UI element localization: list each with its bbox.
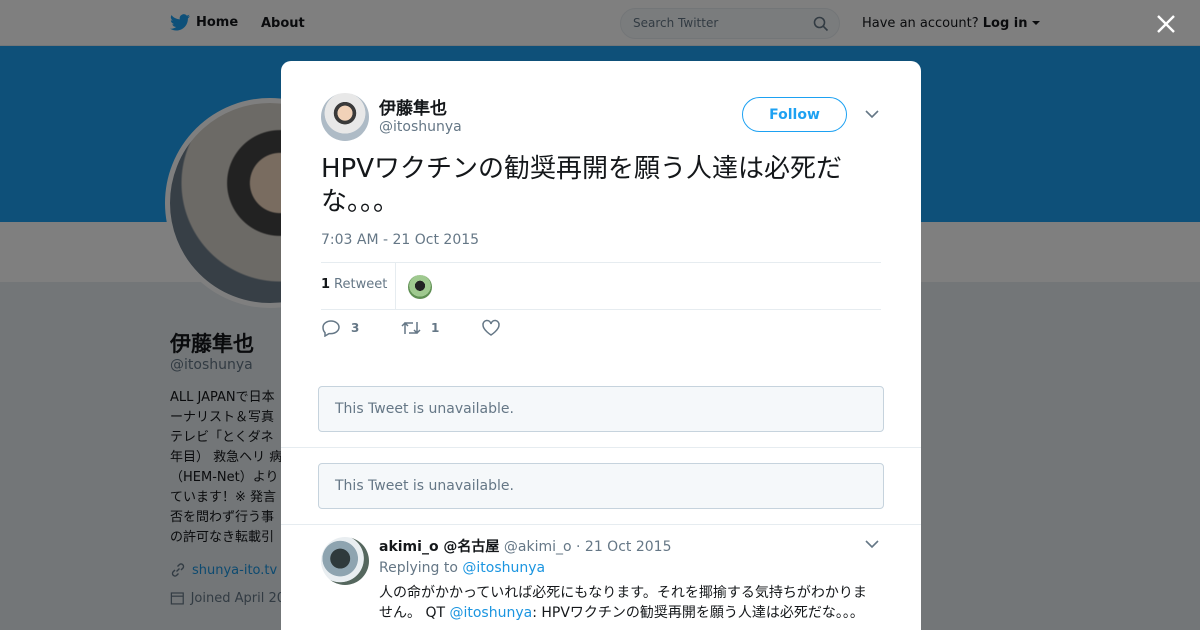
- retweet-count-label: Retweet: [334, 277, 388, 292]
- reply-count: 3: [351, 321, 360, 335]
- replying-to-label: Replying to: [379, 560, 458, 576]
- stats-divider: [395, 263, 396, 309]
- tweet-text: HPVワクチンの勧奨再開を願う人達は必死だな。。。: [321, 154, 843, 217]
- reply-date[interactable]: 21 Oct 2015: [585, 539, 672, 555]
- tweet-actions: 3 1: [321, 319, 511, 337]
- follow-button[interactable]: Follow: [742, 97, 847, 132]
- separator: [281, 447, 921, 448]
- reply-quoted-handle[interactable]: @itoshunya: [449, 605, 532, 621]
- retweet-count-value: 1: [321, 277, 331, 292]
- close-icon[interactable]: [1155, 13, 1177, 35]
- separator: [281, 524, 921, 525]
- reply-text-after: : HPVワクチンの勧奨再開を願う人達は必死だな。。。: [532, 605, 864, 621]
- retweet-button[interactable]: 1: [401, 320, 481, 336]
- retweeter-avatar[interactable]: [408, 275, 432, 299]
- chevron-down-icon[interactable]: [865, 539, 879, 549]
- reply-header: akimi_o @名古屋 @akimi_o · 21 Oct 2015: [379, 536, 671, 556]
- unavailable-tweet: This Tweet is unavailable.: [318, 463, 884, 509]
- reply-separator: ·: [576, 539, 581, 555]
- reply-icon: [322, 320, 340, 337]
- replying-to-handle[interactable]: @itoshunya: [462, 560, 545, 576]
- tweet-author-name[interactable]: 伊藤隼也: [379, 94, 447, 119]
- reply-button[interactable]: 3: [321, 319, 401, 337]
- reply-author-name[interactable]: akimi_o @名古屋: [379, 539, 499, 555]
- reply-author-avatar[interactable]: [321, 537, 369, 585]
- reply-author-handle[interactable]: @akimi_o: [504, 539, 572, 555]
- tweet-modal: 伊藤隼也 @itoshunya Follow HPVワクチンの勧奨再開を願う人達…: [281, 61, 921, 630]
- like-button[interactable]: [481, 319, 511, 337]
- tweet-author-handle[interactable]: @itoshunya: [379, 119, 462, 135]
- tweet-author-avatar[interactable]: [321, 93, 369, 141]
- tweet-stats: 1 Retweet: [321, 262, 881, 310]
- tweet-timestamp[interactable]: 7:03 AM - 21 Oct 2015: [321, 232, 479, 248]
- retweet-action-count: 1: [431, 321, 440, 335]
- reply-text: 人の命がかかっていれば必死にもなります。それを揶揄する気持ちがわかりません。 Q…: [379, 583, 879, 623]
- replying-to: Replying to @itoshunya: [379, 560, 545, 576]
- chevron-down-icon[interactable]: [865, 109, 879, 119]
- heart-icon: [482, 319, 500, 336]
- unavailable-tweet: This Tweet is unavailable.: [318, 386, 884, 432]
- retweet-icon: [401, 321, 421, 335]
- retweet-count[interactable]: 1 Retweet: [321, 277, 387, 292]
